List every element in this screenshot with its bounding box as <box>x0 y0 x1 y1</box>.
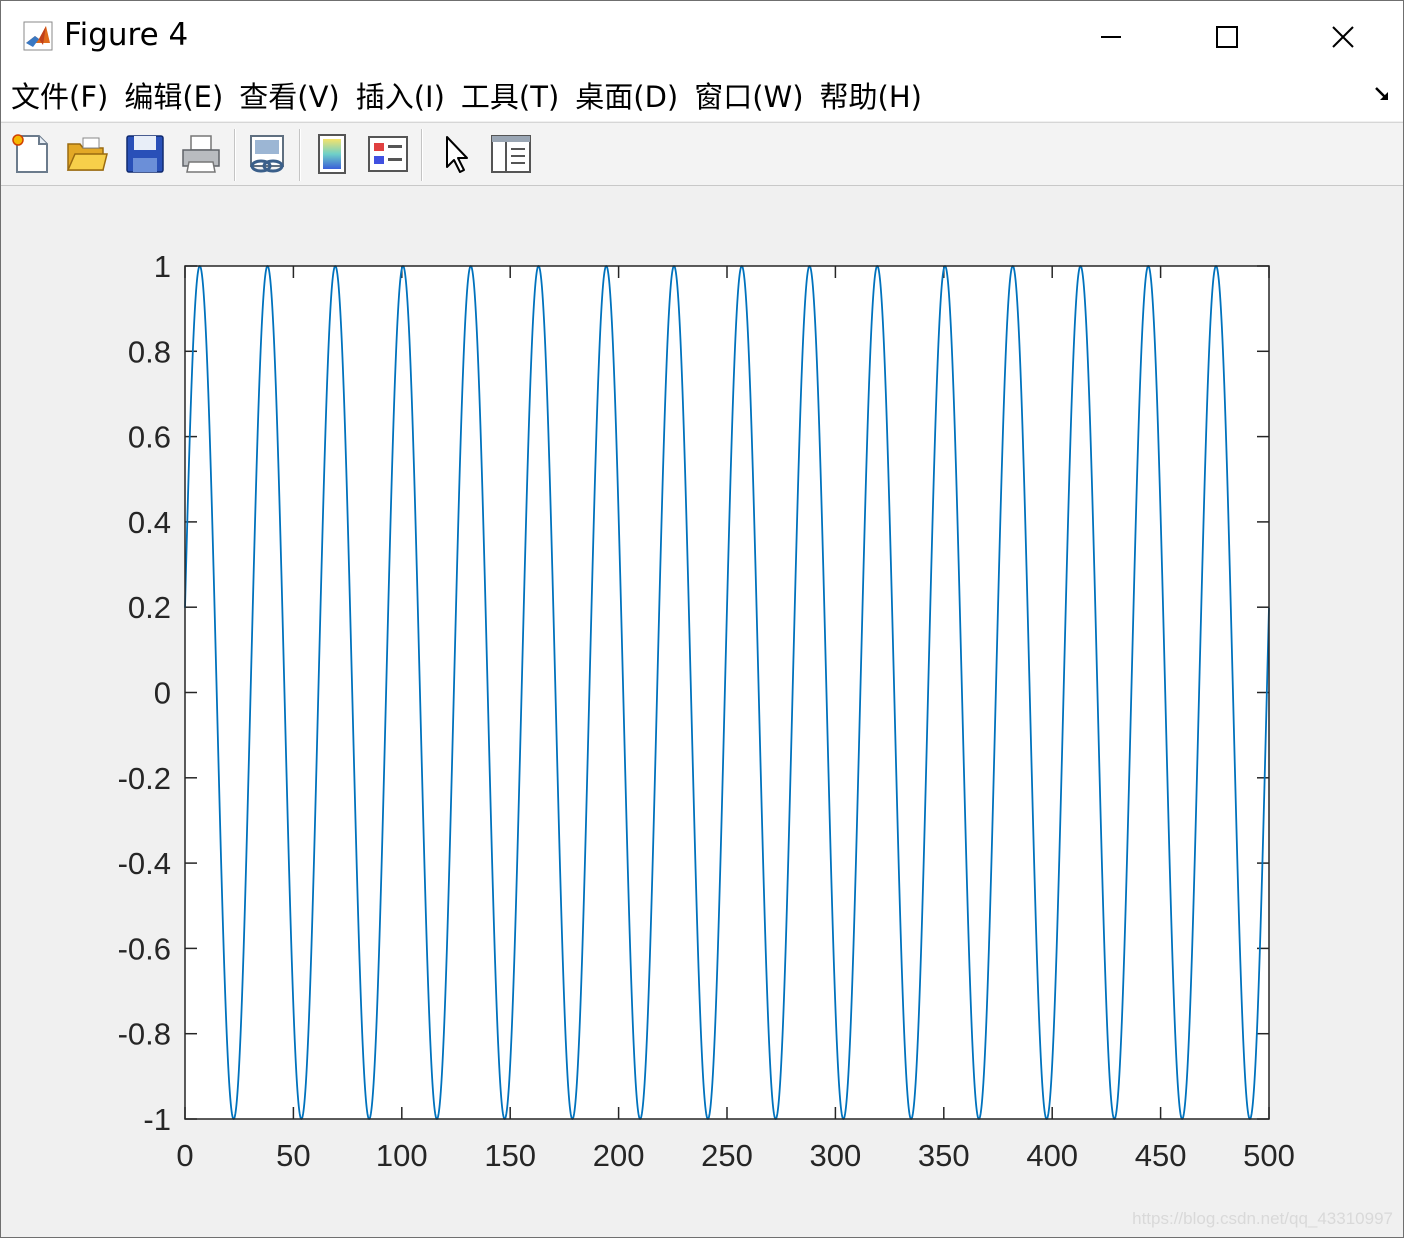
x-tick-label: 500 <box>1243 1138 1295 1173</box>
insert-colorbar-button[interactable] <box>310 132 354 176</box>
y-tick-label: -0.6 <box>118 931 171 966</box>
property-inspector-icon <box>491 135 531 173</box>
save-icon <box>126 135 164 173</box>
save-button[interactable] <box>123 132 167 176</box>
menu-file[interactable]: 文件(F) <box>1 73 116 121</box>
x-tick-label: 400 <box>1026 1138 1078 1173</box>
link-plot-icon <box>250 135 284 173</box>
link-plot-button[interactable] <box>245 132 289 176</box>
y-tick-label: -1 <box>143 1102 171 1137</box>
x-tick-label: 350 <box>918 1138 970 1173</box>
menu-bar: 文件(F) 编辑(E) 查看(V) 插入(I) 工具(T) 桌面(D) 窗口(W… <box>1 73 1403 121</box>
y-tick-label: 0.8 <box>128 334 171 369</box>
y-tick-label: 0.4 <box>128 505 171 540</box>
window-title: Figure 4 <box>64 17 189 53</box>
open-file-button[interactable] <box>65 132 109 176</box>
y-tick-label: -0.8 <box>118 1017 171 1052</box>
dock-figure-button[interactable] <box>1373 85 1393 110</box>
y-tick-label: 0.6 <box>128 420 171 455</box>
menu-insert[interactable]: 插入(I) <box>348 73 453 121</box>
title-bar[interactable]: Figure 4 <box>1 1 1403 73</box>
y-tick-label: -0.4 <box>118 846 171 881</box>
pointer-icon <box>446 136 468 173</box>
menu-tools[interactable]: 工具(T) <box>453 73 567 121</box>
y-tick-label: 0.2 <box>128 590 171 625</box>
y-tick-label: 0 <box>154 676 171 711</box>
minimize-button[interactable] <box>1053 1 1169 73</box>
legend-icon <box>368 136 408 172</box>
maximize-button[interactable] <box>1169 1 1285 73</box>
toolbar-separator <box>299 129 301 181</box>
y-tick-label: -0.2 <box>118 761 171 796</box>
x-tick-label: 100 <box>376 1138 428 1173</box>
menu-edit[interactable]: 编辑(E) <box>116 73 231 121</box>
x-tick-label: 150 <box>484 1138 536 1173</box>
print-icon <box>182 135 220 173</box>
matlab-logo-icon <box>23 21 53 51</box>
toolbar-separator <box>421 129 423 181</box>
dock-arrow-icon <box>1375 87 1388 100</box>
maximize-icon <box>1216 26 1238 48</box>
x-tick-label: 450 <box>1135 1138 1187 1173</box>
figure-canvas[interactable]: 0 50 100 150 200 250 300 350 400 450 500 -1 -0.8 -0.… <box>1 186 1403 1237</box>
menu-window[interactable]: 窗口(W) <box>686 73 811 121</box>
x-tick-label: 50 <box>276 1138 310 1173</box>
watermark-text: https://blog.csdn.net/qq_43310997 <box>1132 1209 1393 1228</box>
menu-help[interactable]: 帮助(H) <box>812 73 930 121</box>
open-file-icon <box>66 137 108 171</box>
line-chart: 0 50 100 150 200 250 300 350 400 450 500 -1 -0.8 -0.… <box>118 249 1295 1173</box>
close-icon <box>1332 26 1354 48</box>
menu-view[interactable]: 查看(V) <box>231 73 347 121</box>
property-inspector-button[interactable] <box>489 132 533 176</box>
minimize-icon <box>1101 36 1121 38</box>
x-tick-label: 250 <box>701 1138 753 1173</box>
new-figure-icon <box>12 134 48 173</box>
x-tick-label: 200 <box>593 1138 645 1173</box>
x-tick-label: 0 <box>176 1138 193 1173</box>
toolbar-separator <box>234 129 236 181</box>
edit-plot-button[interactable] <box>433 132 477 176</box>
y-tick-label: 1 <box>154 249 171 284</box>
menu-desktop[interactable]: 桌面(D) <box>567 73 686 121</box>
close-button[interactable] <box>1285 1 1401 73</box>
colorbar-icon <box>318 134 346 174</box>
new-figure-button[interactable] <box>9 132 53 176</box>
print-button[interactable] <box>179 132 223 176</box>
figure-toolbar <box>1 122 1403 186</box>
figure-window: Figure 4 文件(F) 编辑(E) 查看(V) 插入(I) 工具(T) 桌… <box>0 0 1404 1238</box>
insert-legend-button[interactable] <box>366 132 410 176</box>
x-tick-label: 300 <box>810 1138 862 1173</box>
